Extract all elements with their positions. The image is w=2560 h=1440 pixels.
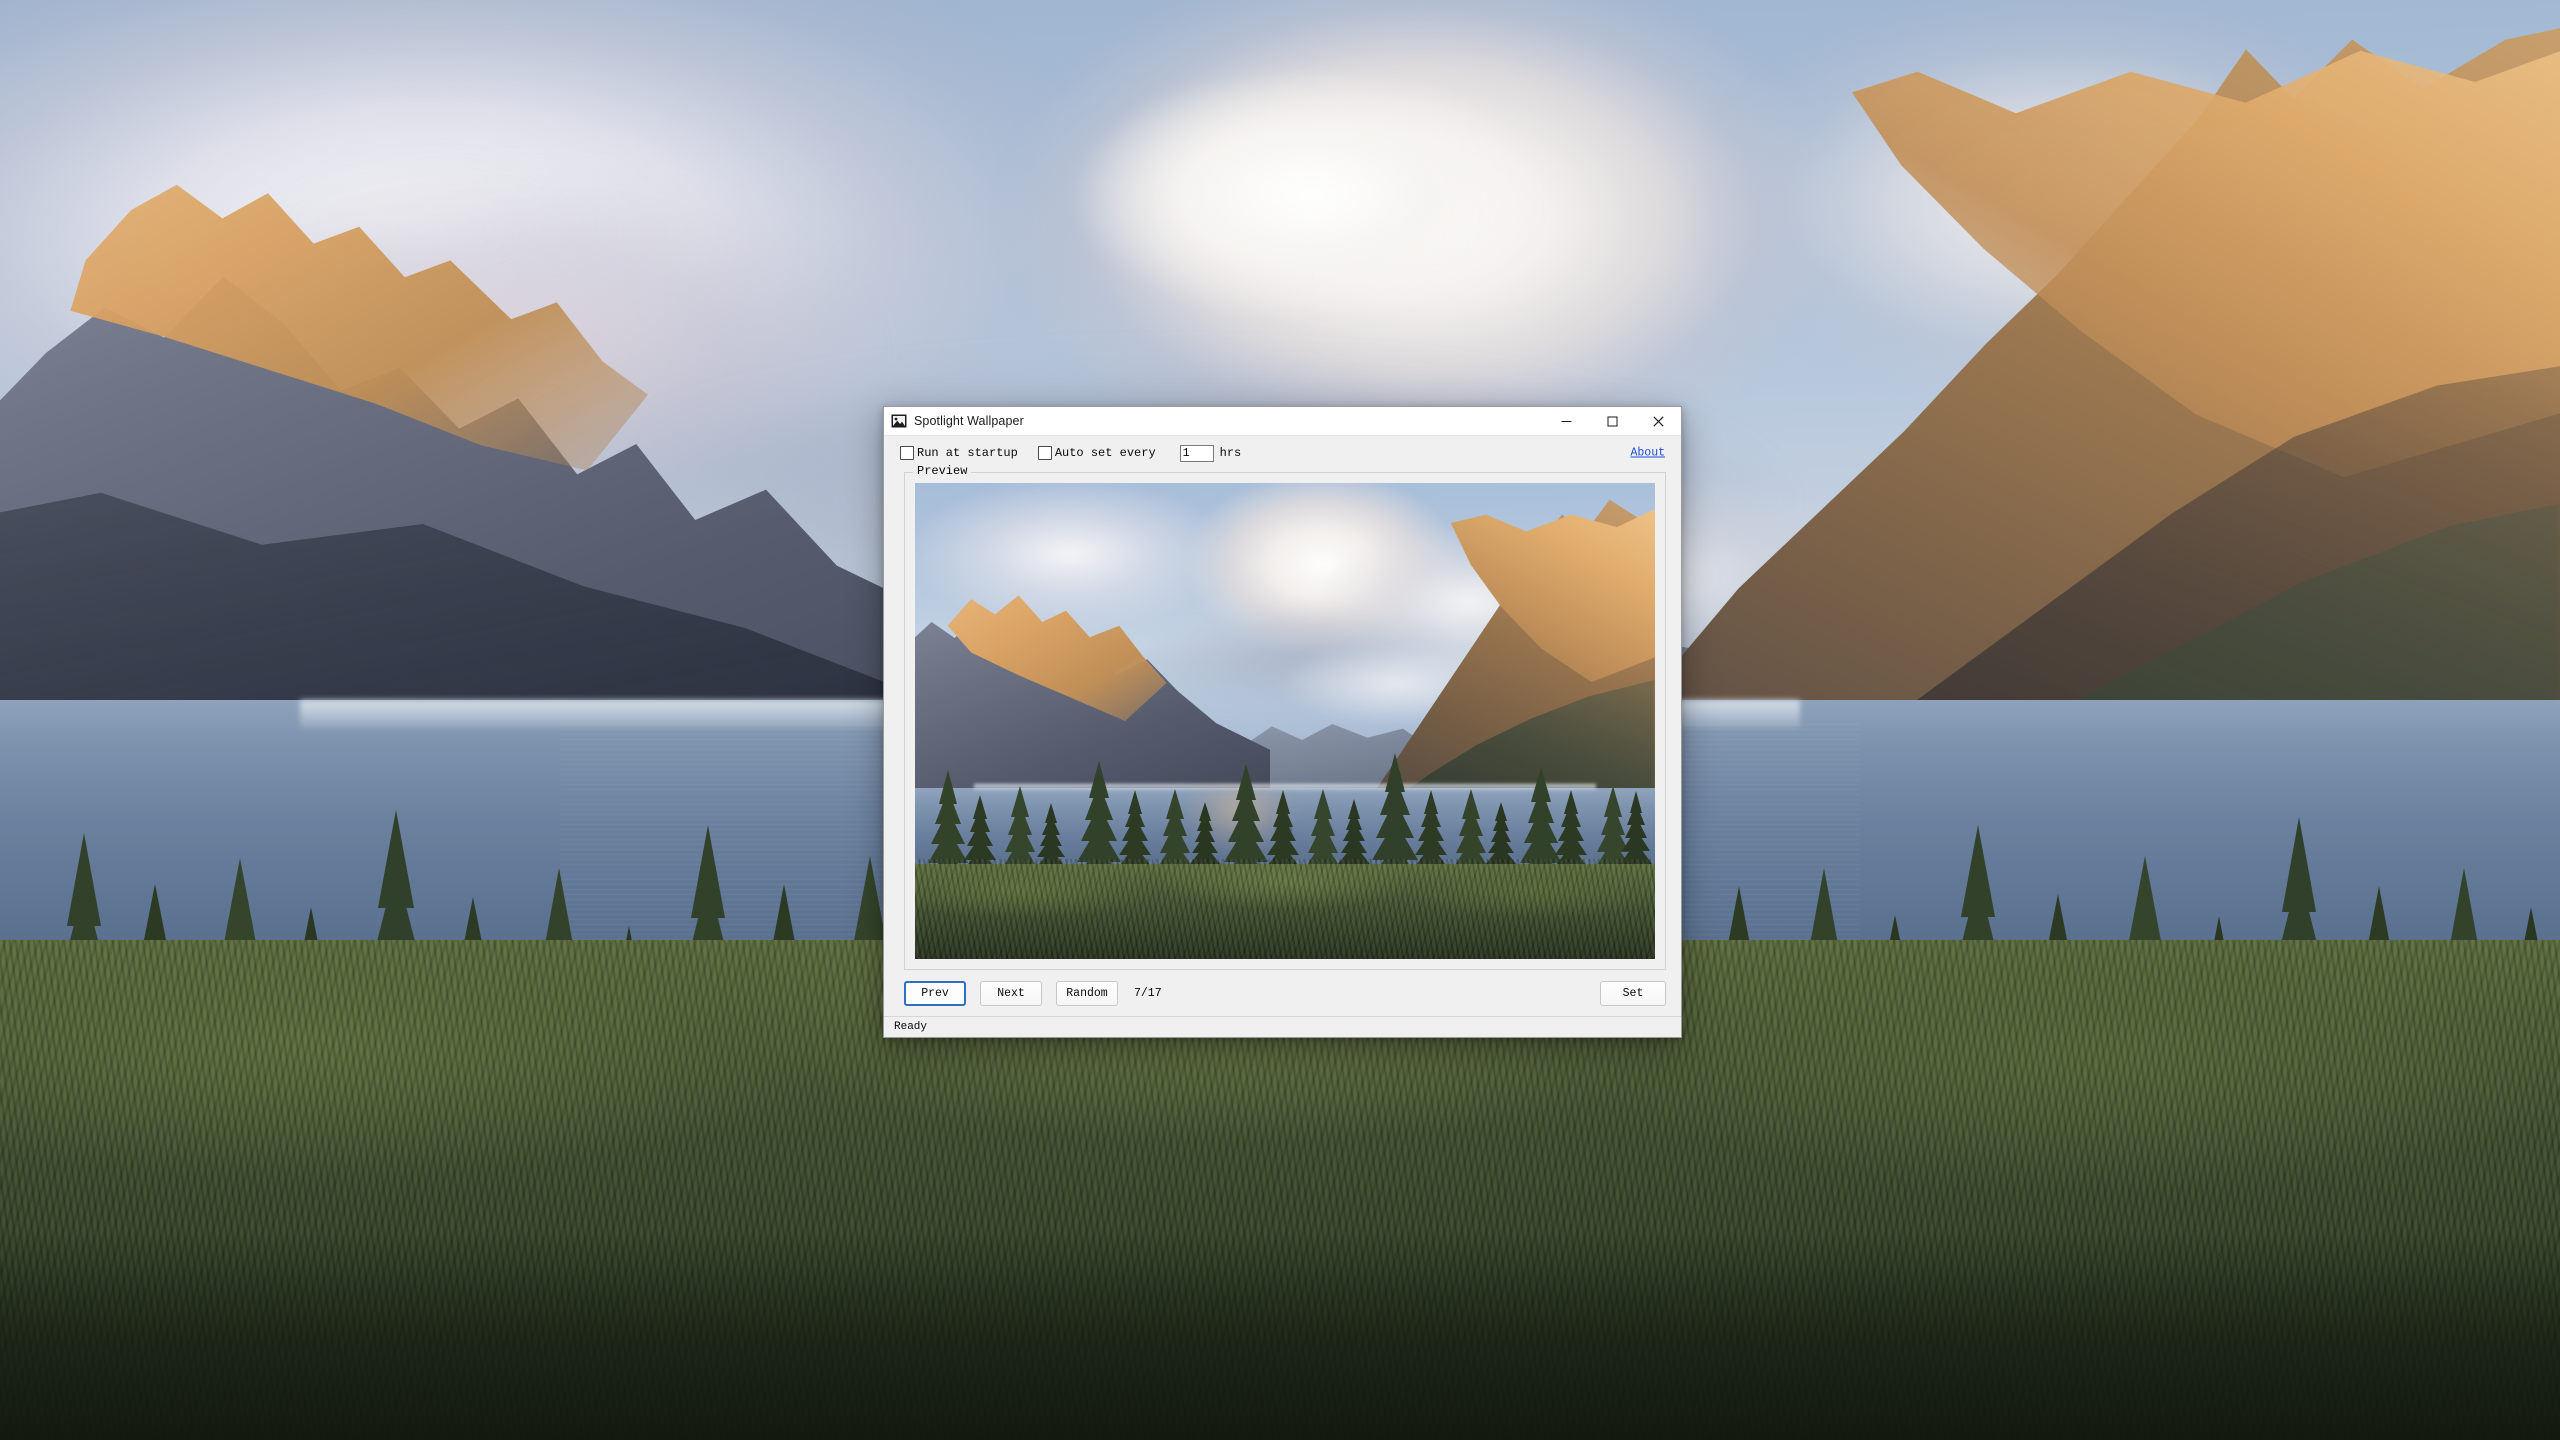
minimize-icon: [1561, 420, 1571, 422]
auto-set-every-label: Auto set every: [1054, 446, 1156, 460]
maximize-icon: [1607, 416, 1617, 426]
status-text: Ready: [894, 1021, 928, 1033]
auto-set-hours-input[interactable]: [1179, 444, 1214, 462]
spotlight-wallpaper-window[interactable]: Spotlight Wallpaper Run at startup Auto …: [883, 406, 1682, 1038]
checkbox-box-run-at-startup[interactable]: [900, 446, 914, 460]
window-title: Spotlight Wallpaper: [914, 414, 1024, 428]
wallpaper-foreground-shadow: [0, 1230, 2560, 1440]
close-button[interactable]: [1635, 407, 1681, 435]
maximize-button[interactable]: [1589, 407, 1635, 435]
preview-wild-goose-island: [1273, 816, 1294, 840]
status-bar: Ready: [884, 1016, 1681, 1037]
wallpaper-preview-image[interactable]: [915, 483, 1655, 959]
preview-foreground-texture: [915, 859, 1655, 959]
random-button[interactable]: Random: [1056, 980, 1118, 1006]
auto-set-every-checkbox[interactable]: Auto set every: [1037, 446, 1156, 460]
preview-group-label: Preview: [913, 464, 972, 478]
next-button[interactable]: Next: [980, 980, 1042, 1006]
navigation-button-row: Prev Next Random 7/17 Set: [884, 970, 1681, 1016]
picture-icon: [891, 414, 907, 428]
prev-button[interactable]: Prev: [904, 980, 966, 1006]
window-client-area: Run at startup Auto set every hrs About …: [884, 436, 1681, 1037]
preview-group-box: Preview: [904, 464, 1666, 970]
options-row: Run at startup Auto set every hrs About: [884, 436, 1681, 470]
about-link[interactable]: About: [1630, 447, 1665, 460]
window-controls: [1543, 407, 1681, 435]
minimize-button[interactable]: [1543, 407, 1589, 435]
window-titlebar[interactable]: Spotlight Wallpaper: [884, 407, 1681, 436]
image-counter: 7/17: [1134, 986, 1162, 1000]
run-at-startup-checkbox[interactable]: Run at startup: [900, 446, 1018, 460]
close-icon: [1652, 415, 1664, 427]
hours-unit-label: hrs: [1219, 446, 1242, 460]
checkbox-box-auto-set-every[interactable]: [1037, 446, 1052, 460]
set-wallpaper-button[interactable]: Set: [1600, 980, 1666, 1006]
run-at-startup-label: Run at startup: [917, 446, 1018, 460]
